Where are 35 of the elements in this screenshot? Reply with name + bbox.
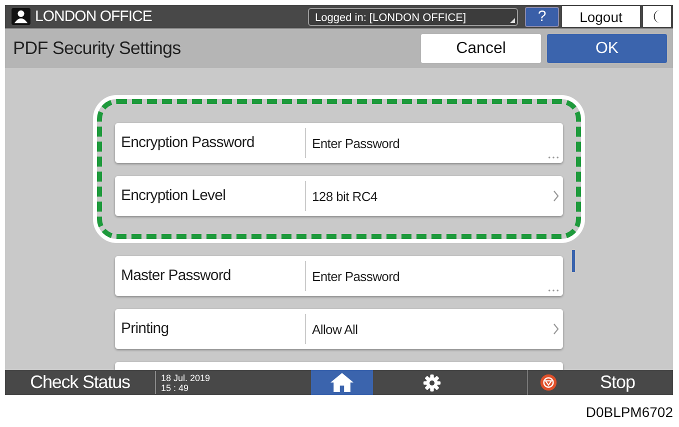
- setting-value: Enter Password: [311, 268, 400, 284]
- setting-row[interactable]: Encryption Level 128 bit RC4: [115, 176, 563, 216]
- setting-label: Encryption Password: [115, 128, 306, 158]
- help-button[interactable]: ?: [525, 6, 559, 26]
- more-icon: [548, 156, 559, 159]
- chevron-right-icon: [553, 190, 559, 202]
- date-text: 18 Jul. 2019: [161, 372, 212, 382]
- user-name: LONDON OFFICE: [35, 8, 152, 25]
- setting-label: Master Password: [115, 261, 306, 291]
- more-icon: [548, 289, 559, 292]
- cancel-button[interactable]: Cancel: [421, 34, 541, 63]
- dropdown-corner-icon: [510, 18, 515, 22]
- stop-button[interactable]: Stop: [528, 370, 673, 395]
- setting-value: Enter Password: [311, 136, 400, 150]
- check-status-button[interactable]: Check Status: [5, 370, 155, 395]
- setting-label: Encryption Level: [115, 181, 306, 211]
- screen-title: PDF Security Settings: [12, 38, 182, 59]
- settings-icon[interactable]: [423, 374, 441, 392]
- setting-label: Printing: [115, 314, 306, 344]
- setting-row[interactable]: Encryption Password Enter Password: [115, 123, 563, 163]
- login-status-field[interactable]: Logged in: [LONDON OFFICE]: [308, 8, 518, 26]
- time-text: 15 : 49: [161, 382, 190, 392]
- home-icon: [329, 372, 355, 393]
- setting-row[interactable]: Master Password Enter Password: [115, 256, 563, 296]
- scroll-indicator: [572, 250, 575, 272]
- figure-code: D0BLPM6702: [586, 404, 673, 420]
- user-icon: [11, 8, 31, 25]
- setting-row[interactable]: Printing Allow All: [115, 309, 563, 349]
- setting-value: Allow All: [311, 322, 358, 336]
- ok-button[interactable]: OK: [547, 34, 667, 63]
- chevron-right-icon: [553, 323, 559, 335]
- home-button[interactable]: [311, 370, 373, 395]
- stop-icon: [540, 374, 557, 391]
- setting-value: 128 bit RC4: [311, 188, 378, 204]
- logout-button[interactable]: Logout: [562, 6, 640, 27]
